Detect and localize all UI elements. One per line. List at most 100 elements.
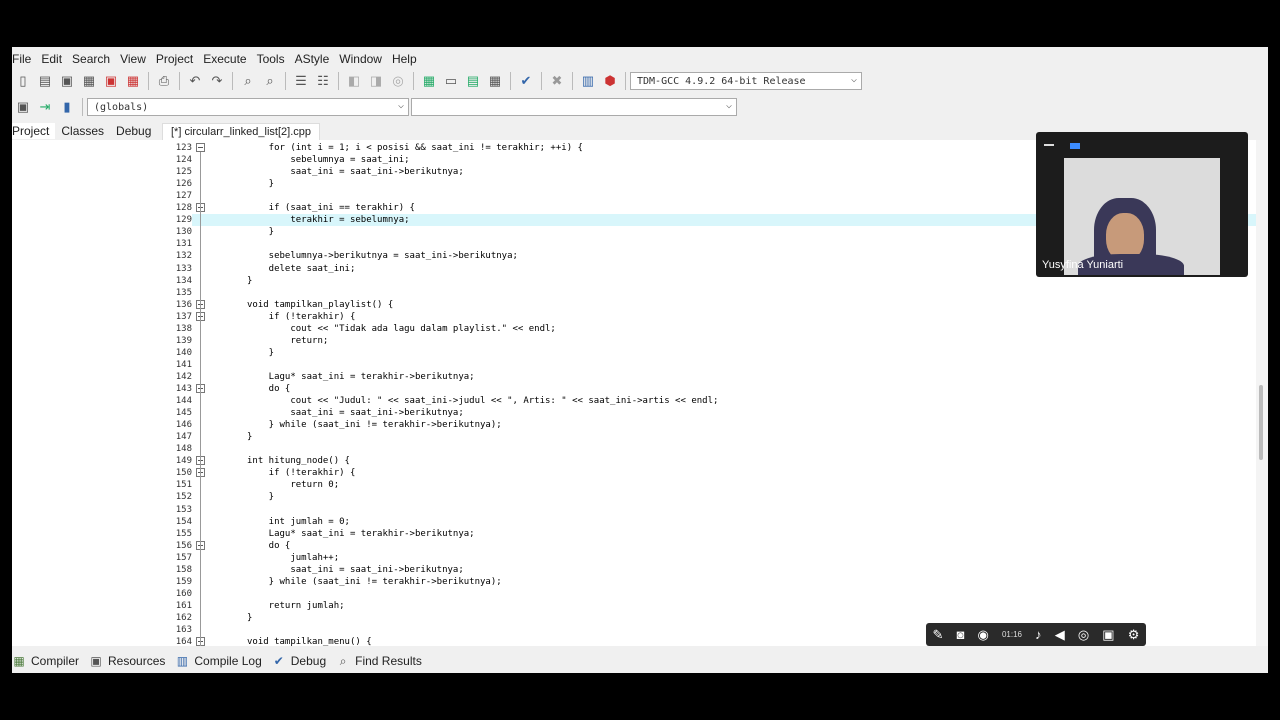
indent-icon[interactable]: ◧ <box>344 71 364 91</box>
bookmark-icon[interactable]: ☷ <box>313 71 333 91</box>
code-line[interactable]: 148 <box>158 443 1256 455</box>
chart-icon[interactable]: ▥ <box>578 71 598 91</box>
window-icon[interactable]: ▣ <box>1102 627 1114 643</box>
code-line[interactable]: 152 } <box>158 491 1256 503</box>
tab-debug-output[interactable]: ✔ Debug <box>272 654 326 668</box>
compile-run-icon[interactable]: ▤ <box>463 71 483 91</box>
microphone-icon[interactable]: ♪ <box>1035 627 1042 642</box>
webcam-toggle-icon[interactable]: ◎ <box>1078 627 1089 643</box>
line-number: 159 <box>175 576 192 587</box>
minimize-icon[interactable] <box>1044 144 1054 146</box>
project-browser[interactable] <box>12 140 158 646</box>
new-file-icon[interactable]: ▯ <box>13 71 33 91</box>
goto-line-icon[interactable]: ☰ <box>291 71 311 91</box>
secondary-toolbar: ▣ ⇥ ▮ (globals) ⌵ ⌵ <box>12 95 737 119</box>
pen-icon[interactable]: ✎ <box>933 627 944 643</box>
fold-toggle-icon[interactable] <box>196 143 205 152</box>
compiler-select[interactable]: TDM-GCC 4.9.2 64-bit Release ⌵ <box>630 72 862 90</box>
code-line[interactable]: 146 } while (saat_ini != terakhir->berik… <box>158 419 1256 431</box>
unindent-icon[interactable]: ◨ <box>366 71 386 91</box>
code-text: if (!terakhir) { <box>247 468 356 479</box>
code-text: delete saat_ini; <box>247 263 356 274</box>
code-line[interactable]: 139 return; <box>158 335 1256 347</box>
code-line[interactable]: 157 jumlah++; <box>158 552 1256 564</box>
save-icon[interactable]: ▣ <box>57 71 77 91</box>
code-line[interactable]: 135 <box>158 287 1256 299</box>
code-line[interactable]: 140 } <box>158 347 1256 359</box>
rebuild-icon[interactable]: ▦ <box>485 71 505 91</box>
code-line[interactable]: 145 saat_ini = saat_ini->berikutnya; <box>158 407 1256 419</box>
code-line[interactable]: 144 cout << "Judul: " << saat_ini->judul… <box>158 395 1256 407</box>
close-all-icon[interactable]: ▦ <box>123 71 143 91</box>
tab-project[interactable]: Project <box>12 123 56 139</box>
code-text: int jumlah = 0; <box>247 516 350 527</box>
tab-classes[interactable]: Classes <box>55 123 110 139</box>
undo-icon[interactable]: ↶ <box>185 71 205 91</box>
tab-source-file[interactable]: [*] circularr_linked_list[2].cpp <box>162 123 321 141</box>
speaker-icon[interactable]: ◀ <box>1055 627 1065 643</box>
menu-file[interactable]: File <box>12 50 36 68</box>
profile-icon[interactable]: ⬢ <box>600 71 620 91</box>
code-text: } <box>247 275 253 286</box>
menu-help[interactable]: Help <box>387 50 422 68</box>
menu-view[interactable]: View <box>115 50 151 68</box>
settings-icon[interactable]: ⚙ <box>1128 627 1140 643</box>
tab-resources[interactable]: ▣ Resources <box>89 654 165 668</box>
code-line[interactable]: 137 if (!terakhir) { <box>158 311 1256 323</box>
code-line[interactable]: 156 do { <box>158 540 1256 552</box>
code-line[interactable]: 142 Lagu* saat_ini = terakhir->berikutny… <box>158 371 1256 383</box>
line-number: 130 <box>175 227 192 238</box>
tab-find-results[interactable]: ⌕ Find Results <box>336 654 422 668</box>
code-line[interactable]: 155 Lagu* saat_ini = terakhir->berikutny… <box>158 528 1256 540</box>
code-text: sebelumnya->berikutnya = saat_ini->berik… <box>247 251 518 262</box>
replace-icon[interactable]: ⌕ <box>260 71 280 91</box>
code-line[interactable]: 150 if (!terakhir) { <box>158 467 1256 479</box>
code-line[interactable]: 151 return 0; <box>158 479 1256 491</box>
code-line[interactable]: 136 void tampilkan_playlist() { <box>158 299 1256 311</box>
code-line[interactable]: 141 <box>158 359 1256 371</box>
code-line[interactable]: 158 saat_ini = saat_ini->berikutnya; <box>158 564 1256 576</box>
code-line[interactable]: 161 return jumlah; <box>158 600 1256 612</box>
code-line[interactable]: 147} <box>158 431 1256 443</box>
menu-execute[interactable]: Execute <box>198 50 251 68</box>
tab-compile-log[interactable]: ▥ Compile Log <box>175 654 262 668</box>
camera-icon[interactable]: ◙ <box>957 627 965 642</box>
goto-declaration-icon[interactable]: ▮ <box>57 97 77 117</box>
close-file-icon[interactable]: ▣ <box>101 71 121 91</box>
scrollbar-thumb[interactable] <box>1259 385 1263 460</box>
save-all-icon[interactable]: ▦ <box>79 71 99 91</box>
find-icon[interactable]: ⌕ <box>238 71 258 91</box>
open-file-icon[interactable]: ▤ <box>35 71 55 91</box>
code-text: saat_ini = saat_ini->berikutnya; <box>247 408 464 419</box>
compile-icon[interactable]: ▦ <box>419 71 439 91</box>
menu-search[interactable]: Search <box>67 50 115 68</box>
menu-project[interactable]: Project <box>151 50 198 68</box>
tab-compiler[interactable]: ▦ Compiler <box>12 654 79 668</box>
check-icon[interactable]: ✔ <box>516 71 536 91</box>
stop-icon[interactable]: ✖ <box>547 71 567 91</box>
menu-edit[interactable]: Edit <box>36 50 67 68</box>
run-icon[interactable]: ▭ <box>441 71 461 91</box>
editor-scrollbar[interactable] <box>1256 140 1268 646</box>
menu-window[interactable]: Window <box>334 50 387 68</box>
menu-tools[interactable]: Tools <box>252 50 290 68</box>
code-line[interactable]: 143 do { <box>158 383 1256 395</box>
tab-debug[interactable]: Debug <box>110 123 157 139</box>
redo-icon[interactable]: ↷ <box>207 71 227 91</box>
code-line[interactable]: 138 cout << "Tidak ada lagu dalam playli… <box>158 323 1256 335</box>
code-line[interactable]: 149 int hitung_node() { <box>158 455 1256 467</box>
menu-astyle[interactable]: AStyle <box>290 50 335 68</box>
goto-definition-icon[interactable]: ⇥ <box>35 97 55 117</box>
code-line[interactable]: 154 int jumlah = 0; <box>158 516 1256 528</box>
print-icon[interactable]: ⎙ <box>154 71 174 91</box>
record-icon[interactable]: ◉ <box>978 627 989 643</box>
scope-select[interactable]: (globals) ⌵ <box>87 98 409 116</box>
toggle-comment-icon[interactable]: ◎ <box>388 71 408 91</box>
symbol-select[interactable]: ⌵ <box>411 98 737 116</box>
class-insert-icon[interactable]: ▣ <box>13 97 33 117</box>
code-line[interactable]: 160 <box>158 588 1256 600</box>
code-line[interactable]: 159 } while (saat_ini != terakhir->berik… <box>158 576 1256 588</box>
code-line[interactable]: 153 <box>158 504 1256 516</box>
code-text: void tampilkan_playlist() { <box>247 299 394 310</box>
participant-name: Yusyfina Yuniarti <box>1042 259 1124 271</box>
